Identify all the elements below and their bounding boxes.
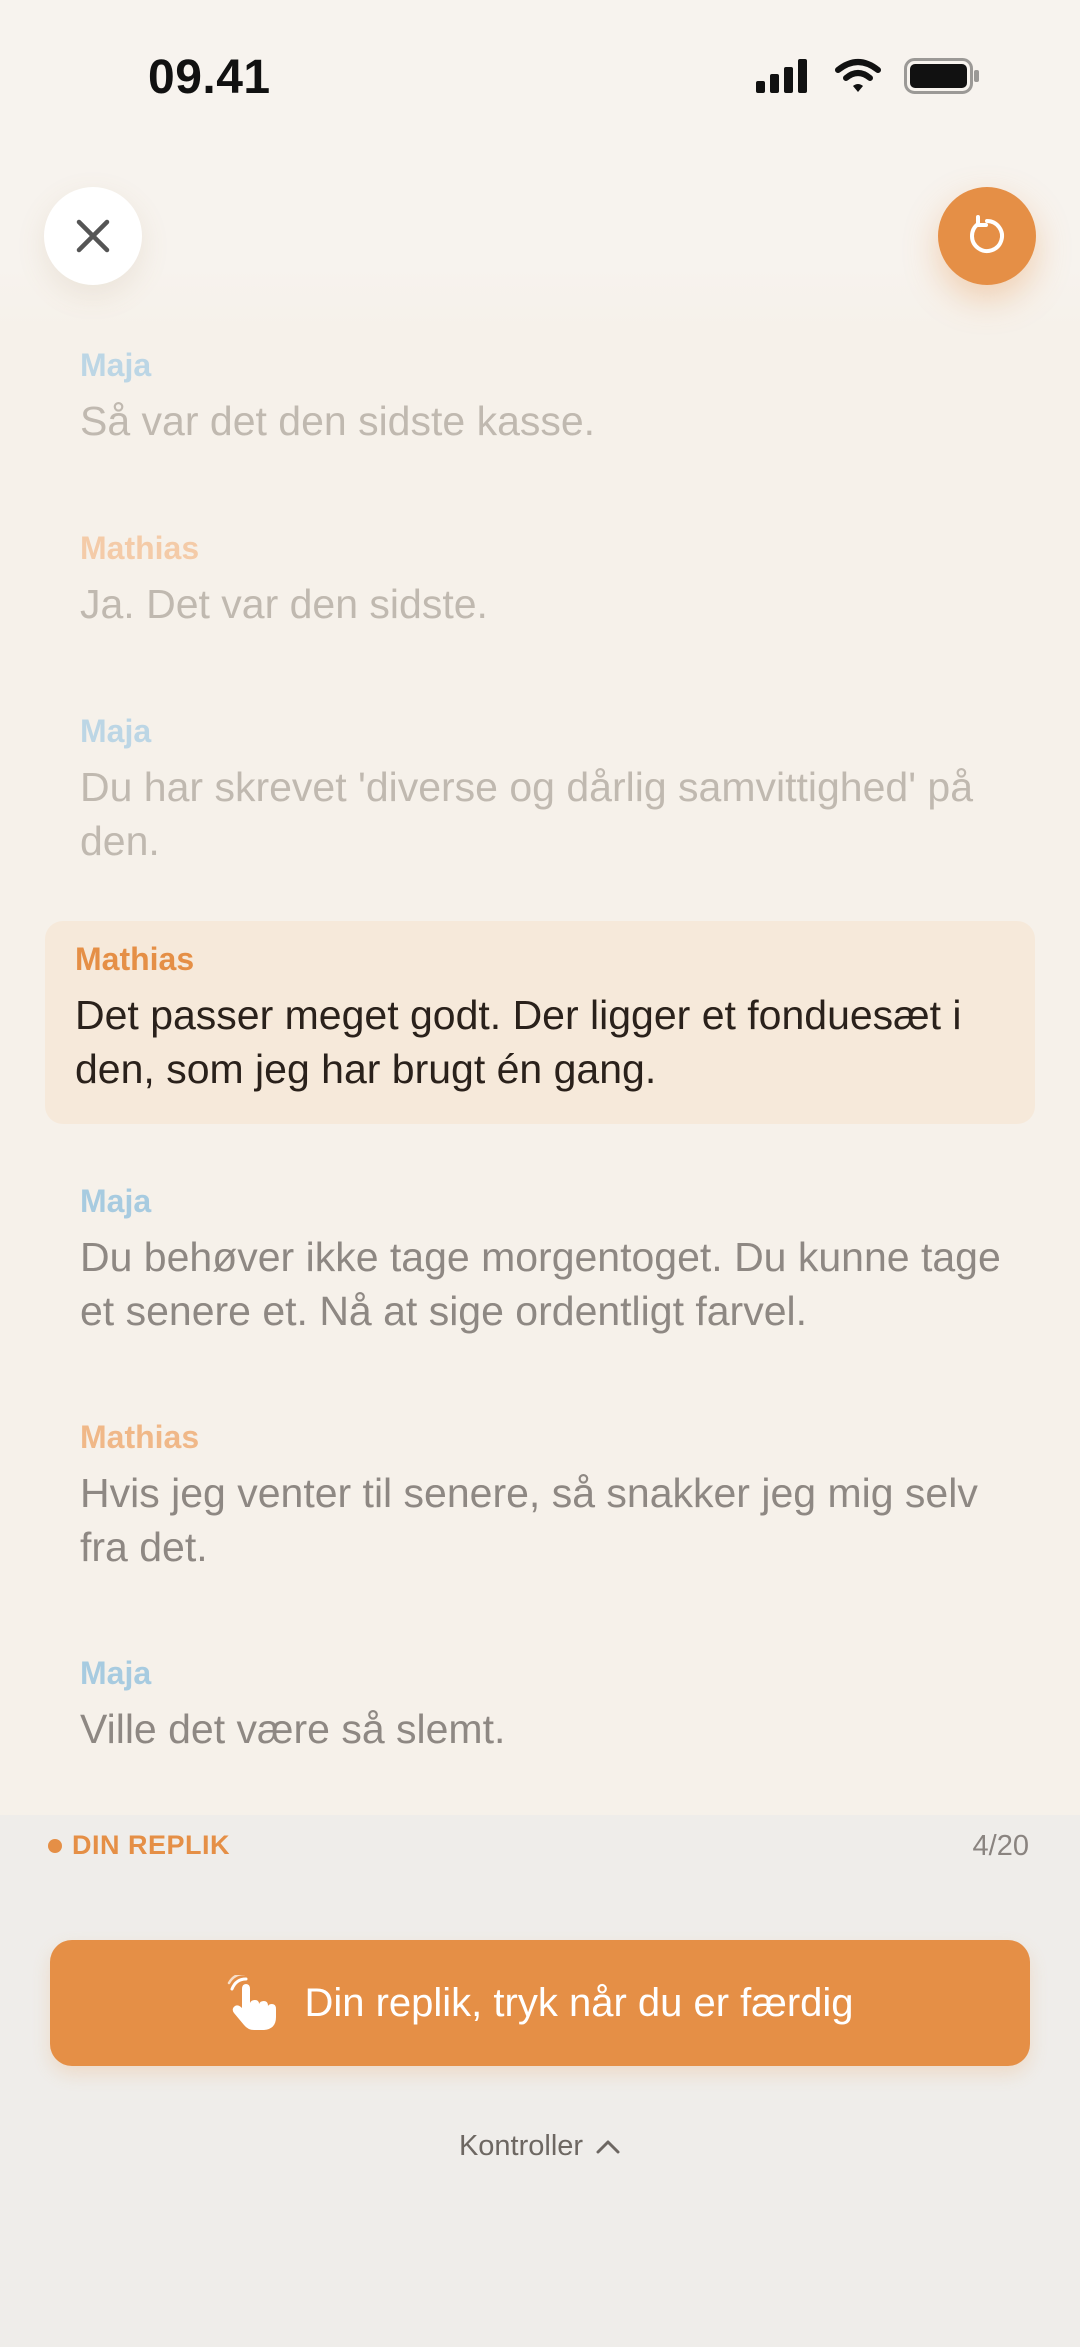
chevron-up-icon bbox=[596, 2140, 620, 2153]
done-button-label: Din replik, tryk når du er færdig bbox=[304, 1980, 854, 2025]
line-text: Det passer meget godt. Der ligger et fon… bbox=[75, 992, 962, 1092]
controls-label: Kontroller bbox=[458, 2130, 584, 2162]
controls-toggle[interactable]: Kontroller bbox=[0, 2130, 1080, 2163]
speaker-name: Maja bbox=[80, 1183, 152, 1219]
battery-icon bbox=[904, 58, 979, 94]
speaker-name: Maja bbox=[80, 347, 152, 383]
line-text: Du behøver ikke tage morgentoget. Du kun… bbox=[80, 1234, 1001, 1334]
current-script-line: Mathias Det passer meget godt. Der ligge… bbox=[45, 921, 1035, 1124]
wifi-icon bbox=[835, 59, 881, 92]
close-button[interactable] bbox=[44, 187, 142, 285]
bottom-panel bbox=[0, 1815, 1080, 2347]
restart-icon bbox=[970, 215, 1004, 253]
your-line-indicator: DIN REPLIK bbox=[48, 1830, 230, 1861]
speaker-name: Maja bbox=[80, 713, 152, 749]
script-line: Mathias Ja. Det var den sidste. bbox=[80, 530, 1020, 631]
status-time: 09.41 bbox=[148, 51, 271, 104]
script-line: Maja Ville det være så slemt. bbox=[80, 1655, 1020, 1756]
line-text: Hvis jeg venter til senere, så snakker j… bbox=[80, 1470, 978, 1570]
script-line: Maja Så var det den sidste kasse. bbox=[80, 347, 1020, 448]
line-text: Så var det den sidste kasse. bbox=[80, 398, 596, 444]
status-bar: 09.41 bbox=[0, 0, 1080, 160]
done-button[interactable]: Din replik, tryk når du er færdig bbox=[50, 1940, 1030, 2066]
script-line: Maja Du behøver ikke tage morgentoget. D… bbox=[80, 1183, 1020, 1338]
script-line: Maja Du har skrevet 'diverse og dårlig s… bbox=[80, 713, 1020, 868]
restart-button[interactable] bbox=[938, 187, 1036, 285]
speaker-name: Maja bbox=[80, 1655, 152, 1691]
line-text: Ville det være så slemt. bbox=[80, 1706, 506, 1752]
script-line: Mathias Hvis jeg venter til senere, så s… bbox=[80, 1419, 1020, 1574]
close-icon bbox=[76, 219, 110, 253]
progress-counter: 4/20 bbox=[972, 1830, 1029, 1862]
speaker-name: Mathias bbox=[80, 1419, 200, 1455]
your-line-label: DIN REPLIK bbox=[72, 1830, 231, 1860]
line-text: Du har skrevet 'diverse og dårlig samvit… bbox=[80, 764, 974, 864]
cellular-signal-icon bbox=[756, 59, 807, 93]
speaker-name: Mathias bbox=[80, 530, 200, 566]
status-icons bbox=[756, 58, 980, 94]
tap-hand-icon bbox=[228, 1975, 277, 2030]
indicator-dot bbox=[48, 1838, 62, 1853]
speaker-name: Mathias bbox=[75, 941, 195, 977]
line-text: Ja. Det var den sidste. bbox=[80, 581, 488, 627]
